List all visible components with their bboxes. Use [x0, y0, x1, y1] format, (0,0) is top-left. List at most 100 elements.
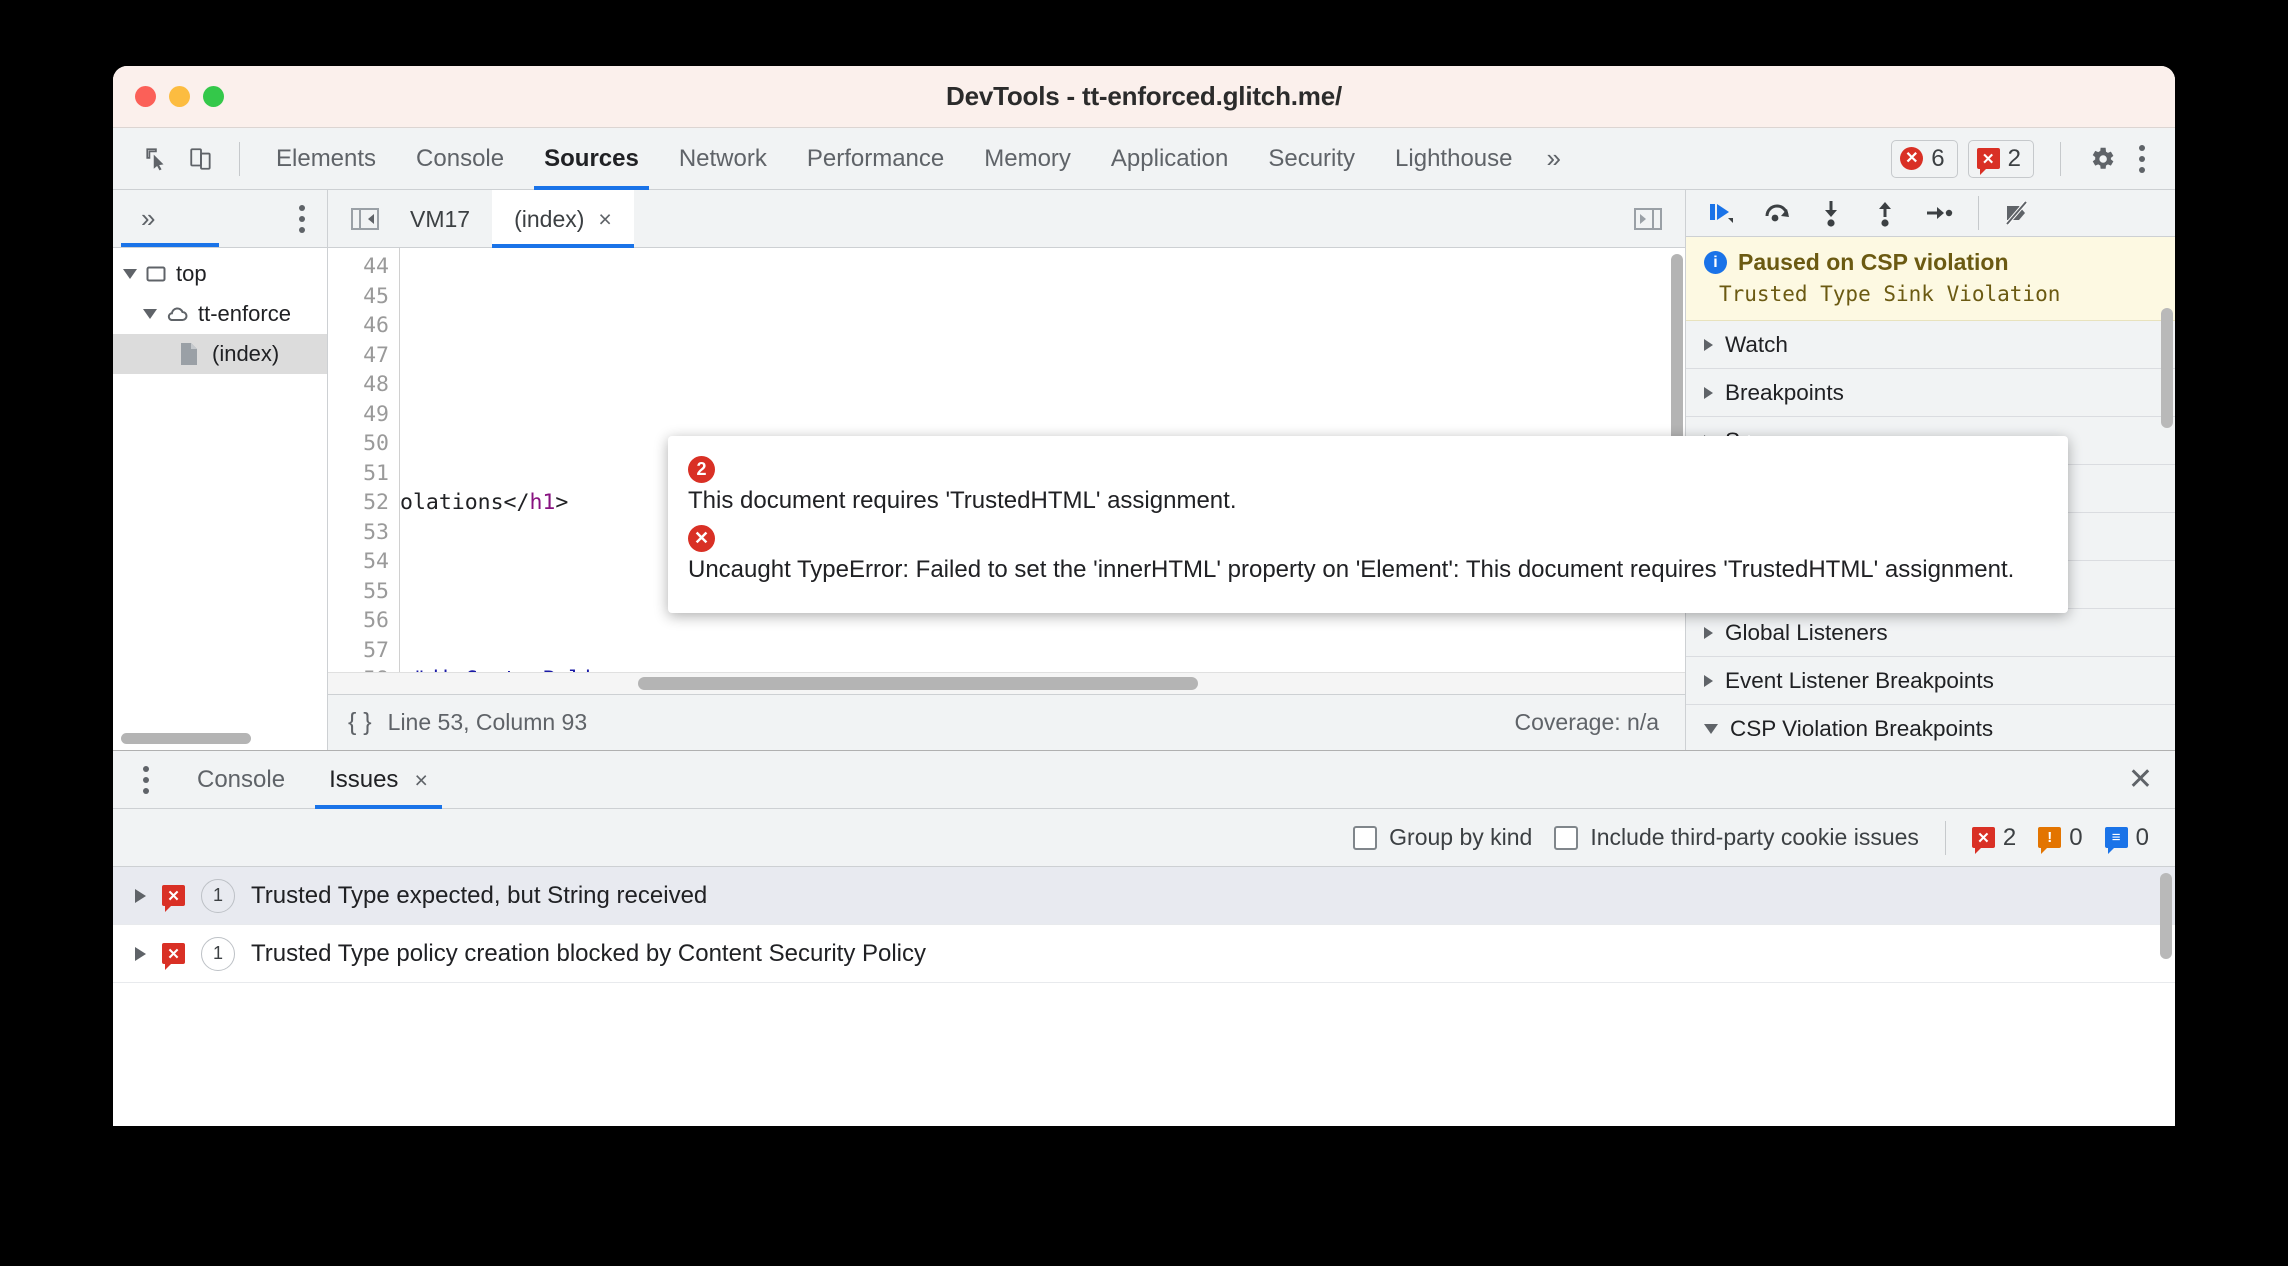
issue-row[interactable]: ✕ 1 Trusted Type expected, but String re… — [113, 867, 2175, 925]
deactivate-breakpoints-icon[interactable] — [1993, 190, 2043, 236]
issues-info-count-group: ≡ 0 — [2104, 823, 2149, 854]
line-number: 52 — [363, 490, 389, 515]
show-navigator-icon[interactable] — [342, 196, 388, 242]
step-out-icon[interactable] — [1860, 190, 1910, 236]
checkbox-unchecked[interactable] — [1353, 825, 1378, 850]
close-drawer-button[interactable]: ✕ — [2128, 764, 2153, 795]
debugger-vertical-scrollbar[interactable] — [2161, 308, 2173, 428]
issues-vertical-scrollbar[interactable] — [2160, 873, 2172, 959]
issues-error-count-group: ✕ 2 — [1971, 824, 2016, 854]
close-icon[interactable]: × — [414, 751, 427, 809]
error-icon: ✕ — [1900, 147, 1924, 170]
tree-item-origin[interactable]: tt-enforce — [113, 294, 327, 334]
section-event-listener-breakpoints[interactable]: Event Listener Breakpoints — [1686, 657, 2175, 705]
step-into-icon[interactable] — [1806, 190, 1856, 236]
line-number: 55 — [363, 578, 389, 604]
include-third-party-label: Include third-party cookie issues — [1590, 824, 1919, 850]
info-icon: ≡ — [2104, 827, 2128, 854]
resume-script-icon[interactable] — [1698, 190, 1748, 236]
chevron-double-right-icon[interactable]: » — [127, 203, 169, 234]
chevron-right-icon — [1704, 626, 1713, 639]
chevron-down-icon — [1704, 723, 1718, 734]
editor-tab-label: VM17 — [410, 205, 471, 232]
section-label: Event Listener Breakpoints — [1725, 667, 1994, 693]
issue-row[interactable]: ✕ 1 Trusted Type policy creation blocked… — [113, 925, 2175, 983]
tab-performance[interactable]: Performance — [787, 128, 964, 190]
section-label: Watch — [1725, 331, 1788, 357]
editor-tab-index[interactable]: (index) × — [492, 189, 634, 248]
drawer-tab-issues[interactable]: Issues × — [307, 751, 450, 809]
code-horizontal-scrollbar-track — [328, 672, 1685, 694]
section-breakpoints[interactable]: Breakpoints — [1686, 369, 2175, 417]
section-csp-violation-breakpoints[interactable]: CSP Violation Breakpoints — [1686, 705, 2175, 750]
kebab-menu-icon[interactable] — [287, 199, 317, 239]
line-number: 48 — [363, 372, 389, 397]
console-error-counter[interactable]: ✕ 6 — [1891, 139, 1958, 178]
paused-banner: i Paused on CSP violation Trusted Type S… — [1686, 237, 2175, 321]
tab-security[interactable]: Security — [1248, 128, 1375, 190]
show-debugger-icon[interactable] — [1625, 196, 1671, 242]
tab-application[interactable]: Application — [1091, 128, 1248, 190]
tooltip-badge-line: ✕ — [688, 523, 2048, 553]
drawer-tab-console[interactable]: Console — [175, 751, 307, 809]
tab-network[interactable]: Network — [659, 128, 787, 190]
debugger-toolbar-divider — [1978, 196, 1979, 230]
chevron-double-right-icon[interactable]: » — [1532, 143, 1574, 174]
tree-item-top[interactable]: top — [113, 254, 327, 294]
editor-tabbar: VM17 (index) × — [328, 189, 1685, 248]
pretty-print-icon[interactable]: { } — [348, 708, 372, 737]
window-title: DevTools - tt-enforced.glitch.me/ — [946, 81, 1342, 111]
drawer-tabbar: Console Issues × ✕ — [113, 751, 2175, 809]
tab-elements[interactable]: Elements — [256, 128, 396, 190]
error-icon: ✕ — [688, 525, 715, 553]
tree-item-index[interactable]: (index) — [113, 334, 327, 374]
navigator-toolbar: » — [113, 190, 327, 248]
navigator-horizontal-scrollbar[interactable] — [121, 733, 251, 744]
kebab-menu-icon[interactable] — [2127, 139, 2157, 179]
code-line: ="divCustomPoli — [400, 665, 1685, 672]
issues-info-count: 0 — [2135, 823, 2149, 851]
step-icon[interactable] — [1914, 190, 1964, 236]
tooltip-badge-line: 2 — [688, 454, 2048, 483]
device-toolbar-icon[interactable] — [179, 137, 223, 181]
include-third-party-checkbox[interactable]: Include third-party cookie issues — [1554, 824, 1919, 851]
toolbar-divider-2 — [2060, 141, 2061, 176]
code-vertical-scrollbar[interactable] — [1671, 254, 1683, 444]
chevron-down-icon[interactable] — [143, 309, 157, 319]
tab-memory[interactable]: Memory — [964, 128, 1091, 190]
error-icon: ✕ — [162, 943, 185, 970]
file-tree: top tt-enforce (index) — [113, 248, 327, 750]
close-icon[interactable]: × — [598, 190, 611, 248]
editor-tab-vm17[interactable]: VM17 — [388, 190, 492, 248]
issues-counter[interactable]: ✕ 2 — [1967, 139, 2034, 178]
section-watch[interactable]: Watch — [1686, 321, 2175, 369]
tab-lighthouse[interactable]: Lighthouse — [1375, 128, 1532, 190]
group-by-kind-checkbox[interactable]: Group by kind — [1353, 824, 1532, 851]
issues-toolbar-divider — [1944, 820, 1946, 855]
gear-icon[interactable] — [2087, 144, 2117, 174]
line-number: 56 — [363, 608, 389, 633]
chevron-right-icon — [1704, 386, 1713, 399]
kebab-menu-icon[interactable] — [131, 760, 161, 800]
issues-warning-count-group: ! 0 — [2038, 823, 2083, 854]
tree-item-label: tt-enforce — [198, 301, 291, 326]
step-over-icon[interactable] — [1752, 190, 1802, 236]
window-titlebar: DevTools - tt-enforced.glitch.me/ — [113, 66, 2175, 128]
line-number: 44 — [363, 254, 389, 279]
chevron-right-icon[interactable] — [135, 888, 146, 903]
line-number: 46 — [363, 313, 389, 338]
issue-title: Trusted Type policy creation blocked by … — [251, 939, 926, 967]
issue-icon: ✕ — [1976, 148, 2000, 175]
tab-sources[interactable]: Sources — [524, 128, 659, 190]
chevron-down-icon[interactable] — [123, 269, 137, 279]
issue-occurrence-count: 1 — [201, 878, 235, 913]
code-horizontal-scrollbar[interactable] — [638, 677, 1198, 690]
chevron-right-icon[interactable] — [135, 946, 146, 961]
issue-count: 2 — [2007, 144, 2021, 172]
line-number-gutter: 44 45 46 47 48 49 50 51 52 53 54 55 56 5… — [328, 248, 400, 672]
inspect-cursor-icon[interactable] — [135, 137, 179, 181]
issues-warning-count: 0 — [2069, 823, 2083, 851]
section-global-listeners[interactable]: Global Listeners — [1686, 609, 2175, 657]
tab-console[interactable]: Console — [396, 128, 524, 190]
checkbox-unchecked[interactable] — [1554, 825, 1579, 850]
